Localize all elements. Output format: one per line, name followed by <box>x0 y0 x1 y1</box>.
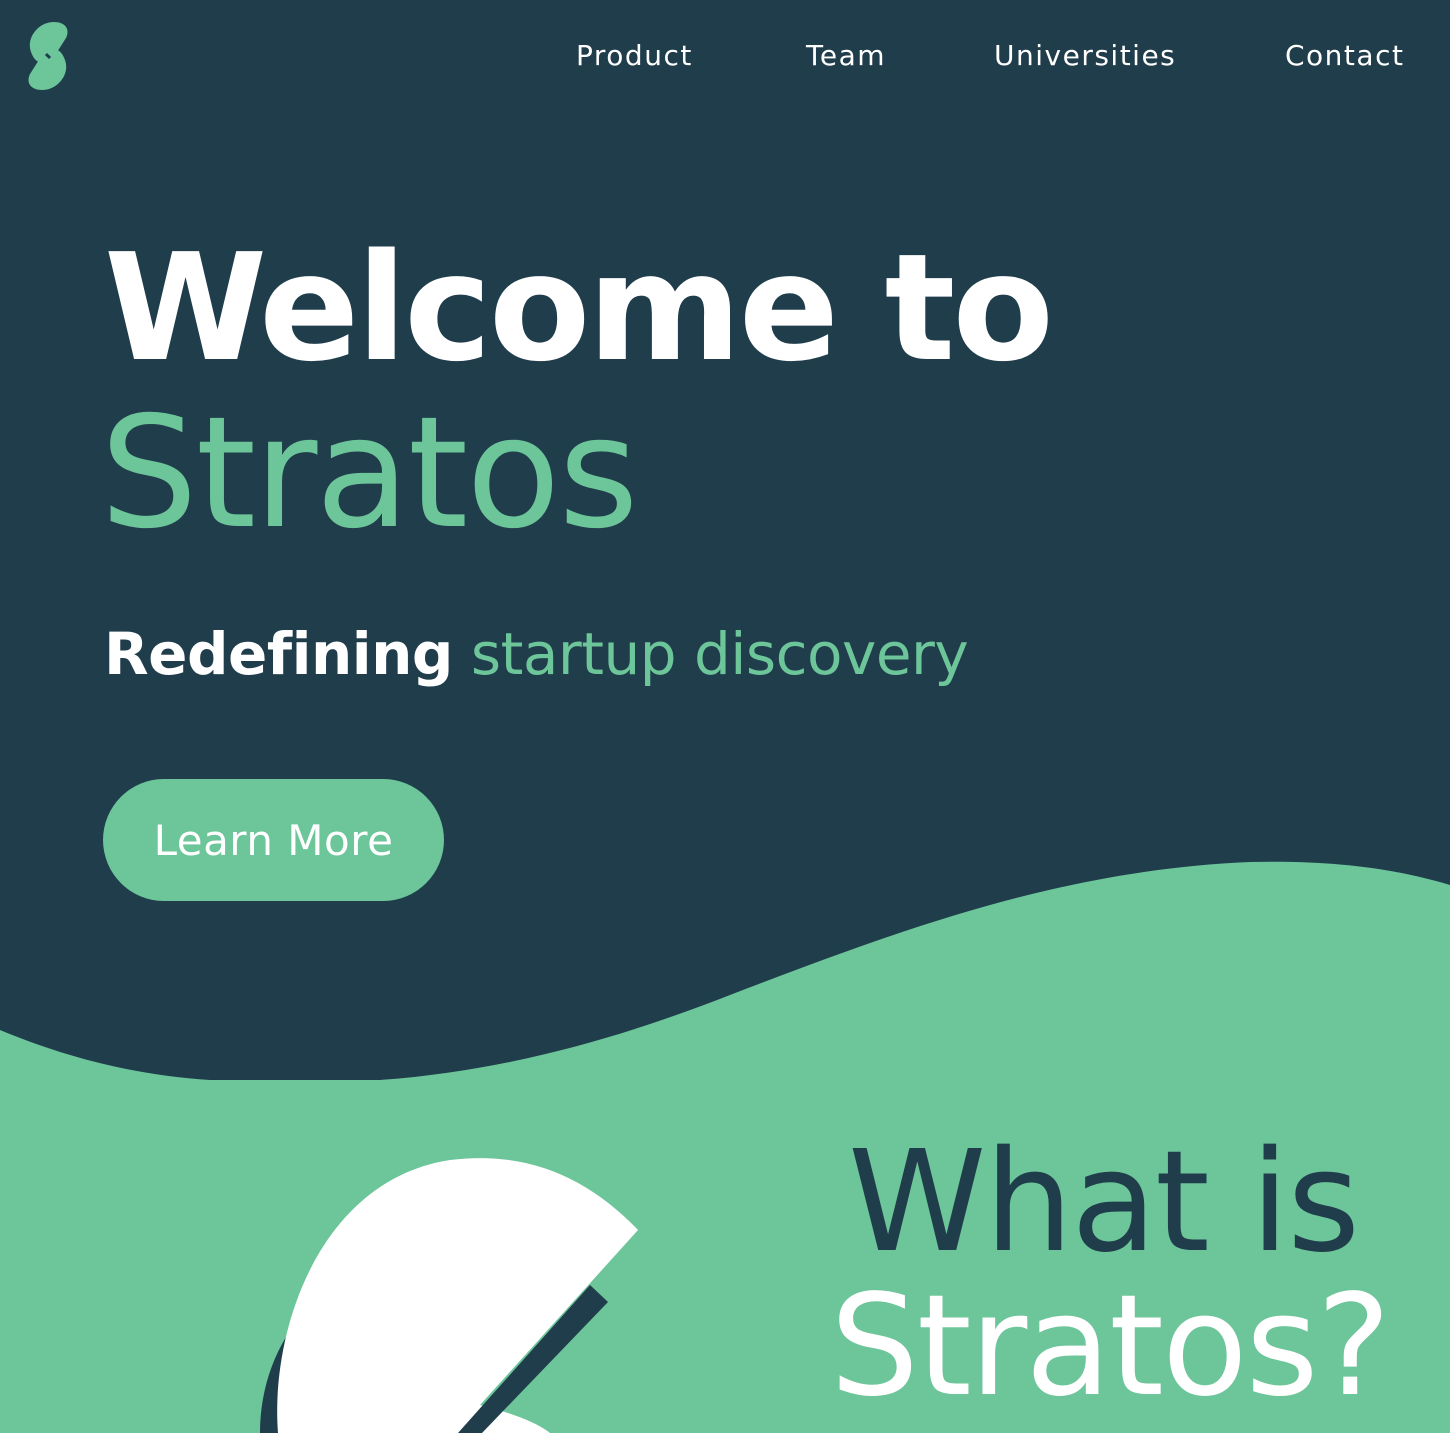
abstract-shape-illustration-icon <box>260 1158 638 1433</box>
nav-item-team[interactable]: Team <box>806 38 886 74</box>
tagline-part2: startup discovery <box>470 620 969 688</box>
landing-page: Product Team Universities Contact Welcom… <box>0 0 1450 1433</box>
nav-item-contact[interactable]: Contact <box>1285 38 1404 74</box>
hero-title-line1: Welcome to <box>104 222 1054 394</box>
tagline-part1: Redefining <box>104 620 453 688</box>
hero-title-line2: Stratos <box>100 384 639 563</box>
nav-item-universities[interactable]: Universities <box>994 38 1176 74</box>
about-heading-line2: Stratos? <box>830 1265 1391 1428</box>
top-nav: Product Team Universities Contact <box>0 38 1450 78</box>
learn-more-button[interactable]: Learn More <box>103 779 444 901</box>
hero-tagline: Redefining startup discovery <box>104 616 969 692</box>
about-heading-line1: What is <box>848 1121 1360 1284</box>
nav-item-product[interactable]: Product <box>576 38 693 74</box>
